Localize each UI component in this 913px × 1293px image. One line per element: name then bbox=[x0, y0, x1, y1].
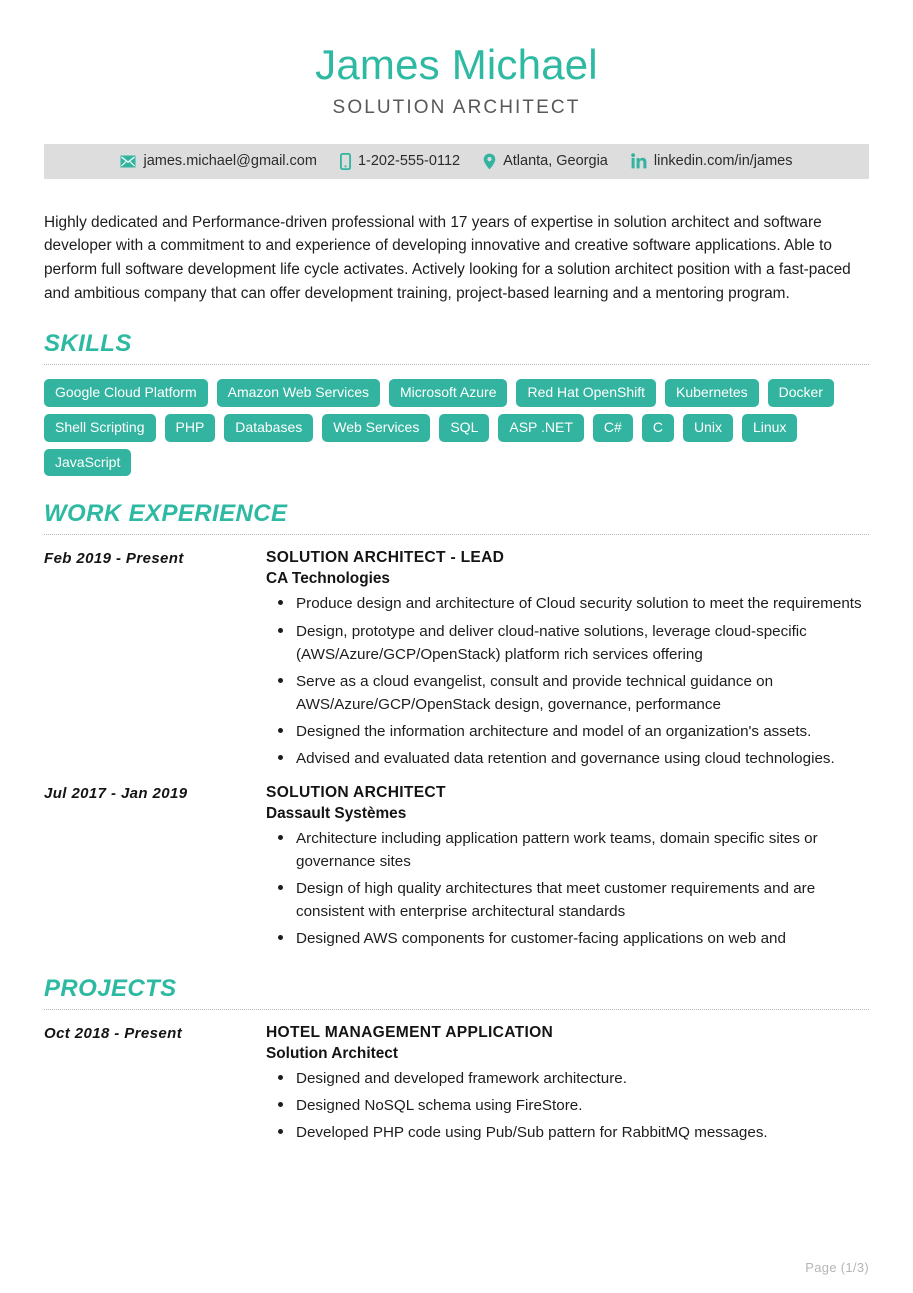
skill-tag[interactable]: Docker bbox=[767, 379, 834, 407]
entry-bullet-list: Architecture including application patte… bbox=[266, 827, 869, 950]
envelope-icon bbox=[120, 155, 136, 168]
project-entry: Oct 2018 - Present HOTEL MANAGEMENT APPL… bbox=[44, 1024, 869, 1144]
section-title-skills: SKILLS bbox=[44, 330, 132, 358]
bullet-item: Designed and developed framework archite… bbox=[266, 1067, 869, 1090]
skills-list: Google Cloud Platform Amazon Web Service… bbox=[44, 379, 869, 477]
candidate-name: James Michael bbox=[315, 41, 598, 88]
skill-tag[interactable]: JavaScript bbox=[44, 448, 132, 477]
bullet-item: Serve as a cloud evangelist, consult and… bbox=[266, 670, 869, 716]
section-divider bbox=[44, 1008, 869, 1010]
work-entry: Feb 2019 - Present SOLUTION ARCHITECT - … bbox=[44, 549, 869, 770]
skill-tag[interactable]: Microsoft Azure bbox=[389, 379, 508, 407]
page-number-footer: Page (1/3) bbox=[805, 1260, 869, 1275]
entry-role: HOTEL MANAGEMENT APPLICATION bbox=[266, 1023, 554, 1041]
entry-bullet-list: Produce design and architecture of Cloud… bbox=[266, 592, 869, 770]
bullet-item: Design of high quality architectures tha… bbox=[266, 877, 869, 923]
contact-item-linkedin[interactable]: linkedin.com/in/james bbox=[631, 153, 793, 169]
bullet-item: Produce design and architecture of Cloud… bbox=[266, 592, 869, 615]
professional-summary: Highly dedicated and Performance-driven … bbox=[44, 213, 851, 303]
skill-tag[interactable]: Red Hat OpenShift bbox=[516, 379, 656, 407]
skill-tag[interactable]: Shell Scripting bbox=[44, 413, 156, 442]
linkedin-icon bbox=[631, 153, 647, 169]
entry-organization: Dassault Systèmes bbox=[266, 805, 407, 823]
skill-tag[interactable]: ASP .NET bbox=[498, 413, 584, 442]
bullet-item: Designed AWS components for customer-fac… bbox=[266, 927, 869, 950]
entry-role: SOLUTION ARCHITECT bbox=[266, 784, 446, 802]
section-divider bbox=[44, 534, 869, 536]
bullet-item: Designed the information architecture an… bbox=[266, 720, 869, 743]
resume-header: James Michael SOLUTION ARCHITECT bbox=[44, 0, 869, 119]
entry-body: SOLUTION ARCHITECT - LEAD CA Technologie… bbox=[266, 549, 869, 770]
contact-email-text: james.michael@gmail.com bbox=[143, 153, 317, 170]
work-entry: Jul 2017 - Jan 2019 SOLUTION ARCHITECT D… bbox=[44, 784, 869, 950]
skill-tag[interactable]: Linux bbox=[741, 413, 798, 442]
contact-item-phone[interactable]: 1-202-555-0112 bbox=[339, 152, 461, 170]
contact-linkedin-text: linkedin.com/in/james bbox=[653, 153, 793, 170]
skill-tag[interactable]: PHP bbox=[164, 413, 216, 442]
entry-role: SOLUTION ARCHITECT - LEAD bbox=[266, 549, 505, 567]
entry-date: Feb 2019 - Present bbox=[44, 550, 184, 568]
section-work-experience: WORK EXPERIENCE Feb 2019 - Present SOLUT… bbox=[44, 500, 869, 950]
section-projects: PROJECTS Oct 2018 - Present HOTEL MANAGE… bbox=[44, 975, 869, 1144]
contact-phone-text: 1-202-555-0112 bbox=[357, 153, 461, 170]
skill-tag[interactable]: SQL bbox=[439, 413, 490, 442]
skill-tag[interactable]: Amazon Web Services bbox=[216, 379, 380, 407]
skill-tag[interactable]: C bbox=[641, 413, 674, 442]
bullet-item: Architecture including application patte… bbox=[266, 827, 869, 873]
skill-tag[interactable]: Databases bbox=[224, 413, 314, 442]
contact-location-text: Atlanta, Georgia bbox=[503, 153, 608, 170]
entry-organization: CA Technologies bbox=[266, 570, 390, 588]
location-pin-icon bbox=[483, 153, 496, 170]
section-title-work-experience: WORK EXPERIENCE bbox=[44, 500, 288, 528]
entry-body: HOTEL MANAGEMENT APPLICATION Solution Ar… bbox=[266, 1024, 869, 1144]
bullet-item: Designed NoSQL schema using FireStore. bbox=[266, 1094, 869, 1117]
section-title-projects: PROJECTS bbox=[44, 974, 177, 1002]
entry-organization: Solution Architect bbox=[266, 1044, 398, 1062]
contact-item-email[interactable]: james.michael@gmail.com bbox=[120, 153, 317, 170]
entry-date: Jul 2017 - Jan 2019 bbox=[44, 785, 188, 803]
bullet-item: Advised and evaluated data retention and… bbox=[266, 747, 869, 770]
contact-item-location[interactable]: Atlanta, Georgia bbox=[483, 153, 608, 170]
bullet-item: Developed PHP code using Pub/Sub pattern… bbox=[266, 1121, 869, 1144]
skill-tag[interactable]: Unix bbox=[682, 413, 733, 442]
mobile-phone-icon bbox=[339, 152, 351, 170]
section-divider bbox=[44, 364, 869, 366]
entry-date: Oct 2018 - Present bbox=[44, 1024, 183, 1042]
bullet-item: Design, prototype and deliver cloud-nati… bbox=[266, 620, 869, 666]
skill-tag[interactable]: Web Services bbox=[322, 413, 431, 442]
entry-body: SOLUTION ARCHITECT Dassault Systèmes Arc… bbox=[266, 784, 869, 950]
contact-bar: james.michael@gmail.com 1-202-555-0112 A… bbox=[44, 143, 869, 179]
skill-tag[interactable]: C# bbox=[592, 413, 633, 442]
entry-bullet-list: Designed and developed framework archite… bbox=[266, 1067, 869, 1144]
section-skills: SKILLS Google Cloud Platform Amazon Web … bbox=[44, 330, 869, 477]
resume-page: James Michael SOLUTION ARCHITECT james.m… bbox=[0, 0, 913, 1293]
skill-tag[interactable]: Google Cloud Platform bbox=[44, 379, 208, 407]
candidate-job-title: SOLUTION ARCHITECT bbox=[332, 96, 581, 118]
skill-tag[interactable]: Kubernetes bbox=[665, 379, 759, 407]
